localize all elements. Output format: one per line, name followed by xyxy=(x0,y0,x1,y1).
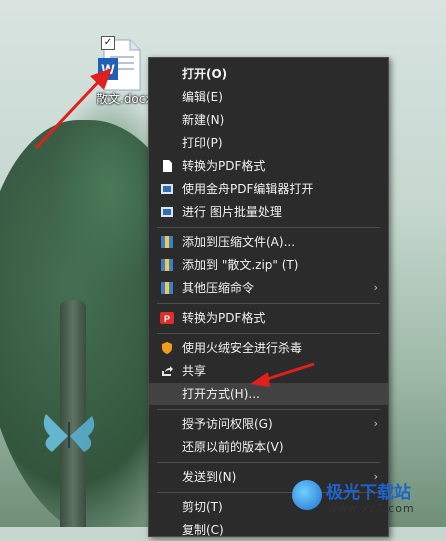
butterfly-image xyxy=(43,414,95,452)
menu-item-open-pdf-editor[interactable]: 使用金舟PDF编辑器打开 xyxy=(149,178,388,200)
shield-icon xyxy=(162,342,172,354)
menu-item-label: 其他压缩命令 xyxy=(182,281,255,295)
menu-item-add-zip[interactable]: 添加到 "散文.zip" (T) xyxy=(149,254,388,276)
menu-item-label: 共享 xyxy=(182,364,207,378)
menu-item-image-batch[interactable]: 进行 图片批量处理 xyxy=(149,201,388,223)
pdf-editor-icon xyxy=(161,184,173,194)
menu-separator xyxy=(157,462,380,463)
menu-item-label: 转换为PDF格式 xyxy=(182,311,266,325)
menu-item-edit[interactable]: 编辑(E) xyxy=(149,86,388,108)
chevron-right-icon: › xyxy=(373,417,378,430)
menu-item-label: 使用火绒安全进行杀毒 xyxy=(182,341,303,355)
menu-separator xyxy=(157,409,380,410)
menu-item-add-archive[interactable]: 添加到压缩文件(A)... xyxy=(149,231,388,253)
menu-item-antivirus[interactable]: 使用火绒安全进行杀毒 xyxy=(149,337,388,359)
watermark-title: 极光下载站 xyxy=(326,483,411,503)
menu-item-print[interactable]: 打印(P) xyxy=(149,132,388,154)
watermark-url: www.xz7.com xyxy=(328,502,415,515)
selection-checkbox[interactable]: ✓ xyxy=(101,36,115,50)
svg-text:P: P xyxy=(164,314,170,324)
menu-item-restore-versions[interactable]: 还原以前的版本(V) xyxy=(149,436,388,458)
menu-item-label: 使用金舟PDF编辑器打开 xyxy=(182,182,314,196)
menu-item-label: 打印(P) xyxy=(182,136,223,150)
archive-icon xyxy=(161,236,173,248)
menu-item-label: 剪切(T) xyxy=(182,500,223,514)
menu-item-label: 发送到(N) xyxy=(182,470,237,484)
menu-item-label: 授予访问权限(G) xyxy=(182,417,273,431)
share-icon xyxy=(162,366,173,376)
pdf-convert-icon: P xyxy=(160,312,174,324)
menu-item-new[interactable]: 新建(N) xyxy=(149,109,388,131)
context-menu: 打开(O) 编辑(E) 新建(N) 打印(P) 转换为PDF格式 使用金舟PDF… xyxy=(148,57,389,537)
menu-item-share[interactable]: 共享 xyxy=(149,360,388,382)
menu-item-label: 添加到 "散文.zip" (T) xyxy=(182,258,299,272)
menu-item-label: 添加到压缩文件(A)... xyxy=(182,235,296,249)
menu-item-open[interactable]: 打开(O) xyxy=(149,63,388,85)
menu-item-grant-access[interactable]: 授予访问权限(G) › xyxy=(149,413,388,435)
menu-separator xyxy=(157,227,380,228)
watermark-logo-icon xyxy=(292,480,322,510)
image-batch-icon xyxy=(161,207,173,217)
menu-item-open-with[interactable]: 打开方式(H)... xyxy=(149,383,388,405)
menu-item-label: 编辑(E) xyxy=(182,90,223,104)
menu-separator xyxy=(157,303,380,304)
watermark: 极光下载站 www.xz7.com xyxy=(292,476,446,524)
archive-icon xyxy=(161,259,173,271)
menu-item-label: 复制(C) xyxy=(182,523,224,537)
document-icon xyxy=(163,160,172,172)
menu-item-more-compress[interactable]: 其他压缩命令 › xyxy=(149,277,388,299)
menu-item-convert-pdf[interactable]: 转换为PDF格式 xyxy=(149,155,388,177)
menu-item-label: 转换为PDF格式 xyxy=(182,159,266,173)
menu-item-label: 还原以前的版本(V) xyxy=(182,440,284,454)
archive-icon xyxy=(161,282,173,294)
menu-item-label: 新建(N) xyxy=(182,113,225,127)
menu-item-label: 打开方式(H)... xyxy=(182,387,260,401)
menu-separator xyxy=(157,333,380,334)
menu-item-convert-pdf-2[interactable]: P 转换为PDF格式 xyxy=(149,307,388,329)
chevron-right-icon: › xyxy=(373,281,378,294)
file-name-label: 散文.docx xyxy=(96,92,152,106)
menu-item-label: 打开(O) xyxy=(182,67,228,81)
menu-item-label: 进行 图片批量处理 xyxy=(182,205,282,219)
svg-text:W: W xyxy=(101,61,115,77)
